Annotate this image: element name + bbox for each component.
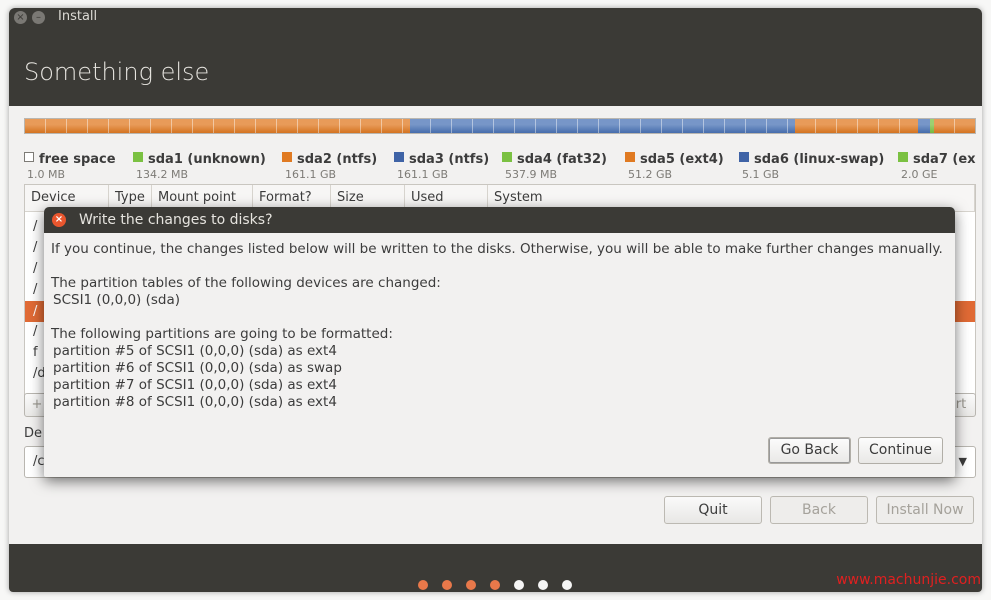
legend-size: 161.1 GB: [285, 168, 337, 181]
legend-item: sda1 (unknown) 134.2 MB: [133, 148, 266, 181]
legend-item: sda5 (ext4) 51.2 GB: [625, 148, 724, 181]
bootloader-device-value: /c: [33, 454, 45, 469]
legend-item: free space 1.0 MB: [24, 148, 116, 181]
legend-name: sda2 (ntfs): [297, 152, 378, 167]
legend-swatch: [739, 152, 749, 162]
legend-swatch: [502, 152, 512, 162]
legend-item: sda6 (linux-swap) 5.1 GB: [739, 148, 884, 181]
partition-bar-segment: [918, 119, 931, 133]
legend-size: 2.0 GE: [901, 168, 938, 181]
watermark: www.machunjie.com: [836, 572, 981, 588]
dialog-title: Write the changes to disks?: [79, 212, 273, 228]
legend-size: 5.1 GB: [742, 168, 780, 181]
legend-name: sda1 (unknown): [148, 152, 266, 167]
legend-name: sda5 (ext4): [640, 152, 724, 167]
continue-button[interactable]: Continue: [858, 437, 943, 464]
partition-bar: [24, 118, 976, 134]
legend-swatch: [625, 152, 635, 162]
back-button[interactable]: Back: [770, 496, 868, 524]
legend-name: free space: [39, 152, 116, 167]
legend-name: sda4 (fat32): [517, 152, 608, 167]
changed-tables-list: SCSI1 (0,0,0) (sda): [51, 292, 947, 309]
window-titlebar: × – Install: [9, 8, 982, 28]
legend-size: 1.0 MB: [27, 168, 66, 181]
format-partition-item: partition #6 of SCSI1 (0,0,0) (sda) as s…: [53, 360, 342, 376]
format-partition-item: partition #5 of SCSI1 (0,0,0) (sda) as e…: [53, 343, 337, 359]
partition-bar-segment: [934, 119, 975, 133]
progress-dot: [562, 580, 572, 590]
format-partitions-list: partition #5 of SCSI1 (0,0,0) (sda) as e…: [51, 343, 947, 411]
window-title: Install: [58, 9, 98, 24]
legend-size: 161.1 GB: [397, 168, 449, 181]
page-header: Something else: [9, 28, 982, 106]
legend-item: sda7 (ex 2.0 GE: [898, 148, 976, 181]
bootloader-device-label: De: [24, 426, 43, 441]
dialog-body: If you continue, the changes listed belo…: [51, 241, 947, 411]
page-title: Something else: [24, 58, 210, 86]
dialog-intro: If you continue, the changes listed belo…: [51, 241, 943, 257]
legend-swatch: [898, 152, 908, 162]
legend-swatch: [282, 152, 292, 162]
progress-dot: [538, 580, 548, 590]
legend-name: sda6 (linux-swap): [754, 152, 885, 167]
progress-dot: [514, 580, 524, 590]
partition-bar-segment: [409, 119, 795, 133]
partition-bar-segment: [25, 119, 410, 133]
legend-item: sda4 (fat32) 537.9 MB: [502, 148, 607, 181]
quit-button[interactable]: Quit: [664, 496, 762, 524]
legend-swatch: [394, 152, 404, 162]
partition-bar-segment: [794, 119, 918, 133]
legend-item: sda2 (ntfs) 161.1 GB: [282, 148, 377, 181]
chevron-down-icon: ▼: [958, 455, 967, 468]
minimize-icon[interactable]: –: [32, 11, 45, 24]
install-now-button[interactable]: Install Now: [876, 496, 974, 524]
legend-size: 537.9 MB: [505, 168, 558, 181]
format-heading: The following partitions are going to be…: [51, 326, 393, 342]
progress-dot: [442, 580, 452, 590]
format-partition-item: partition #8 of SCSI1 (0,0,0) (sda) as e…: [53, 394, 337, 410]
tables-heading: The partition tables of the following de…: [51, 275, 441, 291]
dialog-titlebar: × Write the changes to disks?: [44, 207, 955, 233]
legend-name: sda7 (ex: [913, 152, 976, 167]
partition-legend: free space 1.0 MB sda1 (unknown) 134.2 MB sd…: [24, 148, 982, 182]
progress-dot: [418, 580, 428, 590]
go-back-button[interactable]: Go Back: [768, 437, 851, 464]
write-changes-dialog: × Write the changes to disks? If you con…: [44, 207, 955, 477]
progress-dot: [466, 580, 476, 590]
legend-swatch: [24, 152, 34, 162]
close-icon[interactable]: ×: [52, 213, 66, 227]
legend-size: 51.2 GB: [628, 168, 673, 181]
legend-swatch: [133, 152, 143, 162]
close-icon[interactable]: ×: [14, 11, 27, 24]
progress-dot: [490, 580, 500, 590]
changed-table-item: SCSI1 (0,0,0) (sda): [53, 292, 181, 308]
legend-item: sda3 (ntfs) 161.1 GB: [394, 148, 489, 181]
legend-name: sda3 (ntfs): [409, 152, 490, 167]
legend-size: 134.2 MB: [136, 168, 189, 181]
format-partition-item: partition #7 of SCSI1 (0,0,0) (sda) as e…: [53, 377, 337, 393]
